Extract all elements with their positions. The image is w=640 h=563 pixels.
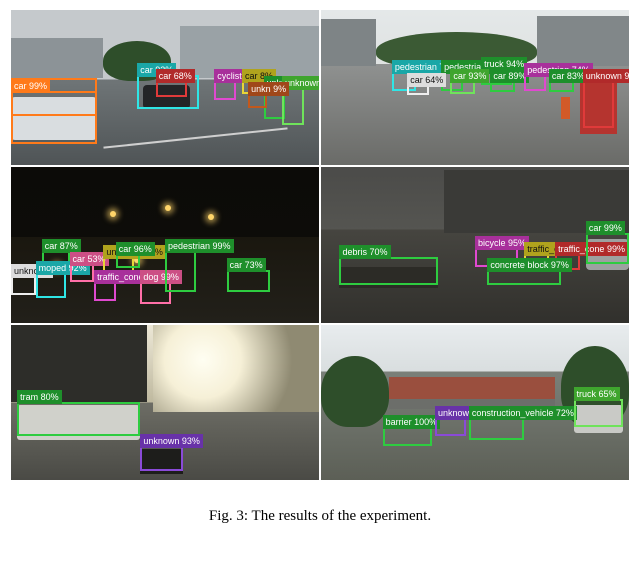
image-grid: car 99%car 93%car 68%cyclist 70%car 8%un… [11,10,629,480]
caption-text: The results of the experiment. [248,508,431,524]
detection-label: concrete block 97% [487,258,572,272]
detection-box: truck 65% [574,399,623,427]
panel-3: debris 70%bicycle 95%traffic_cone 99%tra… [321,167,629,322]
detection-box: car 83% [549,81,574,92]
detection-label: unkn 9% [248,82,289,96]
detection-box: cyclist 70% [214,81,236,100]
detection-label: bicycle 95% [475,236,529,250]
detection-label: car 64% [407,73,446,87]
detection-box: car 64% [407,85,429,96]
detection-box: car 99% [586,233,629,264]
detection-box: car 96% [116,254,141,268]
detection-box: car 89% [490,81,515,92]
detection-label: unknown 93% [140,434,203,448]
detection-box [11,78,97,143]
detection-label: car 73% [227,258,266,272]
detection-box: pedestrian 74% [524,75,546,91]
detection-label: car 99% [586,221,625,235]
panel-0: car 99%car 93%car 68%cyclist 70%car 8%un… [11,10,319,165]
detection-label: debris 70% [339,245,390,259]
panel-1: pedestrian 77%pedestrian 75%truck 94%car… [321,10,629,165]
detection-box: pedestrian 99% [165,251,196,291]
detection-box: concrete block 97% [487,270,561,286]
detection-label: truck 65% [574,387,620,401]
detection-box: car 73% [227,270,270,292]
detection-box: debris 70% [339,257,438,285]
detection-label: barrier 100% [383,415,441,429]
detection-box: barrier 100% [383,427,432,446]
detection-box: unknown 100% [435,418,466,437]
detection-box: moped 92% [36,273,67,298]
figure-caption: Fig. 3: The results of the experiment. [0,508,640,525]
detection-label: pedestrian 99% [165,239,234,253]
detection-box: unknown 93% [140,446,183,471]
panel-5: barrier 100%unknown 100%construction_veh… [321,325,629,480]
detection-box: tram 80% [17,402,140,436]
detection-box: unknown 97% [583,81,614,128]
detection-box: construction_vehicle 72% [469,418,524,440]
detection-box: traffic_cone 95% [94,282,116,301]
caption-prefix: Fig. 3: [209,508,248,524]
figure: car 99%car 93%car 68%cyclist 70%car 8%un… [0,0,640,525]
detection-box: unkn 9% [248,94,266,108]
detection-box: car 93% [450,81,475,93]
detection-box: unknown [11,276,36,295]
detection-box: car 68% [156,81,187,97]
panel-4: tram 80%unknown 93% [11,325,319,480]
detection-label: construction_vehicle 72% [469,406,577,420]
detection-label: car 68% [156,69,195,83]
detection-label: car 96% [116,242,155,256]
detection-label: tram 80% [17,390,62,404]
detection-box: car 53% [70,264,95,283]
detection-label: unknown 97% [583,69,629,83]
detection-label: car 93% [450,69,489,83]
panel-2: car 87%unknownmoped 92%car 53%unknown 82… [11,167,319,322]
